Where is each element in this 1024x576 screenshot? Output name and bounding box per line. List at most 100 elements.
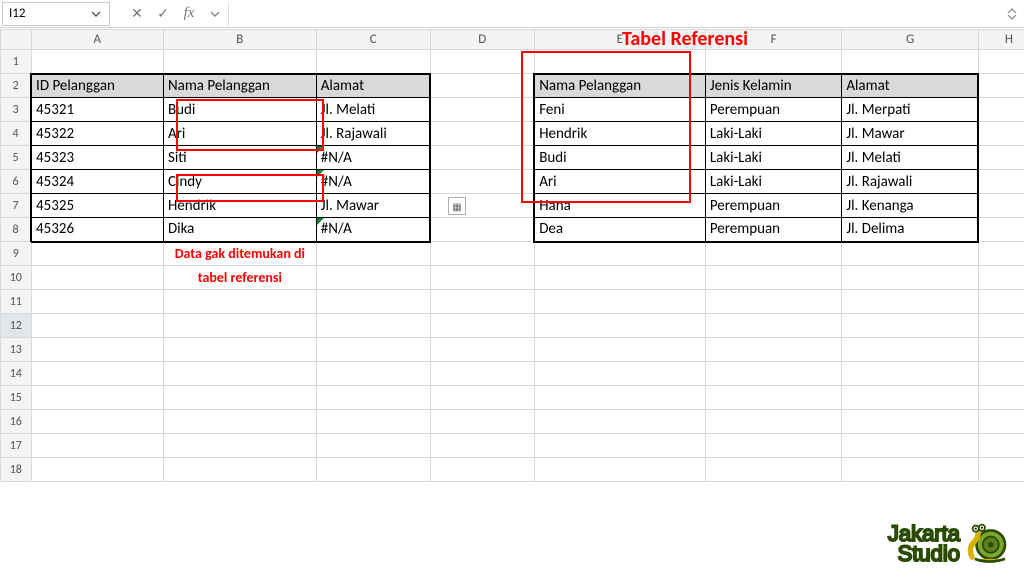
cell[interactable] (163, 50, 316, 74)
cell[interactable]: Laki-Laki (705, 122, 841, 146)
cell[interactable] (430, 194, 534, 218)
cell[interactable] (534, 338, 705, 362)
cell[interactable] (842, 386, 978, 410)
cell[interactable] (31, 458, 163, 482)
cell[interactable] (316, 242, 430, 266)
row-header[interactable]: 3 (1, 98, 32, 122)
cell[interactable] (31, 290, 163, 314)
cell[interactable] (978, 266, 1024, 290)
cell[interactable] (316, 314, 430, 338)
cell[interactable] (978, 410, 1024, 434)
cell[interactable] (316, 50, 430, 74)
cell[interactable]: Hana (534, 194, 705, 218)
row-header[interactable]: 17 (1, 434, 32, 458)
row-header[interactable]: 13 (1, 338, 32, 362)
cell[interactable]: Ari (534, 170, 705, 194)
cell[interactable]: Jenis Kelamin (705, 74, 841, 98)
row-header[interactable]: 16 (1, 410, 32, 434)
cell[interactable]: Hendrik (163, 194, 316, 218)
cell[interactable]: Jl. Rajawali (842, 170, 978, 194)
cell[interactable]: Dika (163, 218, 316, 242)
cell[interactable]: Ari (163, 122, 316, 146)
cell[interactable] (842, 50, 978, 74)
row-header[interactable]: 18 (1, 458, 32, 482)
cell[interactable]: 45322 (31, 122, 163, 146)
cell[interactable] (163, 290, 316, 314)
cell[interactable] (705, 434, 841, 458)
cell[interactable] (430, 50, 534, 74)
cell[interactable] (163, 314, 316, 338)
cell[interactable] (842, 290, 978, 314)
cell[interactable]: 45323 (31, 146, 163, 170)
cell[interactable] (705, 242, 841, 266)
cell[interactable] (31, 386, 163, 410)
cell[interactable] (978, 434, 1024, 458)
row-header[interactable]: 10 (1, 266, 32, 290)
cell[interactable] (31, 362, 163, 386)
cell[interactable] (978, 74, 1024, 98)
cell[interactable] (163, 338, 316, 362)
cell[interactable] (31, 242, 163, 266)
cell[interactable] (705, 458, 841, 482)
cell[interactable]: #N/A (316, 218, 430, 242)
name-box-dropdown-icon[interactable] (89, 7, 103, 21)
cell[interactable] (842, 458, 978, 482)
cell[interactable]: Jl. Melati (842, 146, 978, 170)
cell[interactable] (430, 146, 534, 170)
cell[interactable] (705, 386, 841, 410)
cell[interactable] (534, 290, 705, 314)
cell[interactable] (430, 314, 534, 338)
cell[interactable] (842, 242, 978, 266)
cell[interactable] (163, 386, 316, 410)
row-header[interactable]: 9 (1, 242, 32, 266)
cell[interactable]: Perempuan (705, 194, 841, 218)
cell[interactable]: Jl. Rajawali (316, 122, 430, 146)
cell[interactable] (978, 170, 1024, 194)
cell[interactable] (978, 290, 1024, 314)
cell[interactable] (842, 266, 978, 290)
cell[interactable] (430, 122, 534, 146)
cell[interactable]: Budi (163, 98, 316, 122)
row-header[interactable]: 4 (1, 122, 32, 146)
cell[interactable] (430, 218, 534, 242)
cell[interactable]: Jl. Mawar (316, 194, 430, 218)
cell[interactable] (978, 146, 1024, 170)
row-header[interactable]: 8 (1, 218, 32, 242)
cell[interactable] (163, 362, 316, 386)
cell[interactable] (842, 338, 978, 362)
cell[interactable] (534, 50, 705, 74)
cell[interactable] (534, 362, 705, 386)
cell[interactable] (842, 362, 978, 386)
cell[interactable] (430, 434, 534, 458)
cell[interactable] (705, 50, 841, 74)
cell[interactable] (316, 458, 430, 482)
cell[interactable]: Jl. Mawar (842, 122, 978, 146)
cancel-formula-icon[interactable]: ✕ (124, 2, 150, 26)
col-header[interactable]: A (31, 30, 163, 50)
cell[interactable] (978, 242, 1024, 266)
cell[interactable] (430, 74, 534, 98)
cell[interactable]: Hendrik (534, 122, 705, 146)
cell[interactable] (430, 290, 534, 314)
cell[interactable]: #N/A (316, 170, 430, 194)
cell[interactable] (316, 410, 430, 434)
row-header[interactable]: 15 (1, 386, 32, 410)
cell[interactable]: Nama Pelanggan (534, 74, 705, 98)
cell[interactable]: 45325 (31, 194, 163, 218)
select-all-corner[interactable] (1, 30, 32, 50)
cell[interactable]: Jl. Merpati (842, 98, 978, 122)
col-header[interactable]: D (430, 30, 534, 50)
cell[interactable] (978, 218, 1024, 242)
cell[interactable] (842, 314, 978, 338)
cell[interactable] (316, 338, 430, 362)
cell[interactable] (842, 410, 978, 434)
smart-tag-icon[interactable]: ▦ (448, 197, 466, 215)
cell[interactable] (978, 194, 1024, 218)
cell[interactable] (978, 458, 1024, 482)
cell[interactable]: Alamat (316, 74, 430, 98)
cell[interactable] (978, 98, 1024, 122)
cell[interactable] (430, 338, 534, 362)
cell[interactable] (31, 434, 163, 458)
cell[interactable]: Laki-Laki (705, 146, 841, 170)
cell[interactable]: Perempuan (705, 98, 841, 122)
